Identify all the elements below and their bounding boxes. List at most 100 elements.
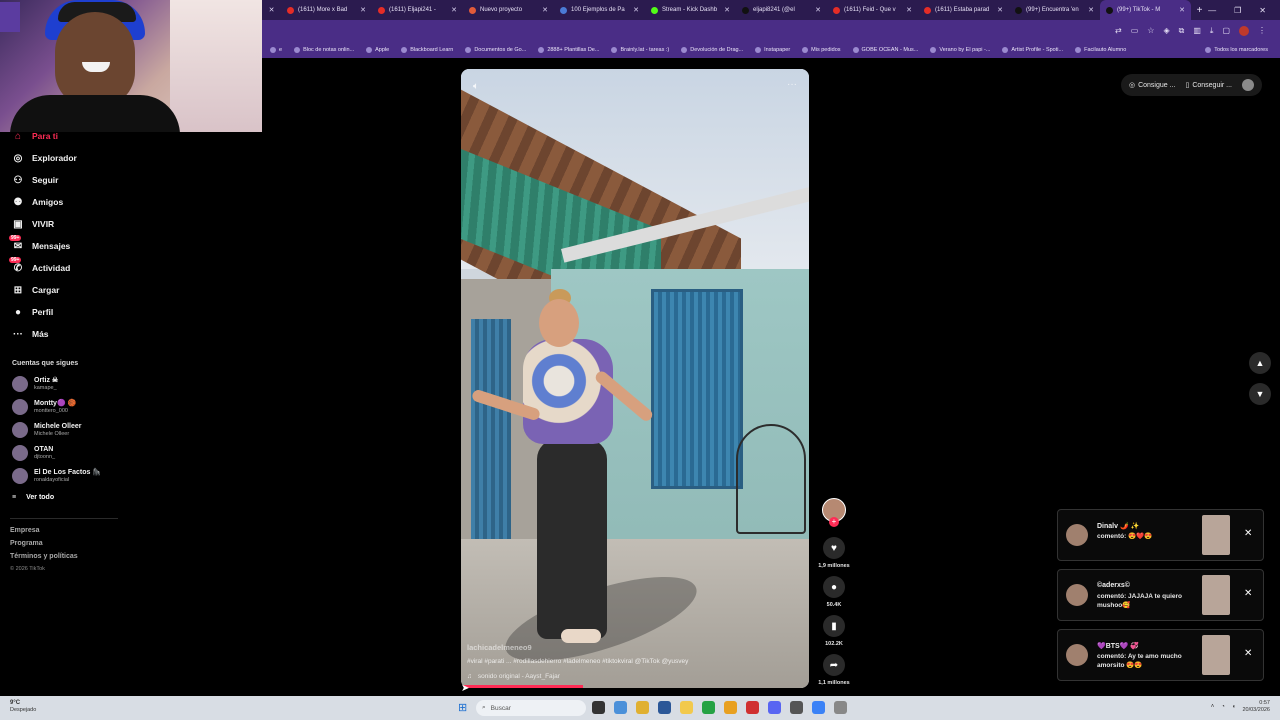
close-icon[interactable]: ✕ — [262, 6, 281, 14]
next-video-button[interactable]: ▼ — [1249, 383, 1271, 405]
followed-account[interactable]: El De Los Factos 🦍 ronaldayoficial — [12, 468, 101, 484]
save-button[interactable]: ▮ — [823, 615, 845, 637]
video-progress-bar[interactable] — [461, 685, 583, 688]
app-icon[interactable] — [812, 701, 825, 714]
translate-icon[interactable]: ⇄ — [1115, 26, 1122, 35]
tab-close-icon[interactable]: ✕ — [1088, 6, 1094, 14]
sidebar-item-más[interactable]: ··· Más — [12, 328, 49, 340]
followed-account[interactable]: Ortiz ☠ kamape_ — [12, 376, 58, 392]
browser-tab[interactable]: (99+) Encuentra 'en ✕ — [1009, 0, 1100, 20]
windows-start-icon[interactable]: ⊞ — [458, 701, 467, 714]
tab-close-icon[interactable]: ✕ — [451, 6, 457, 14]
bookmark-link[interactable]: Devolución de Drag... — [681, 46, 743, 53]
sidebar-item-vivir[interactable]: ▣ VIVIR — [12, 218, 54, 230]
comment-notification[interactable]: ©aderxs© comentó: JAJAJA te quiero mushoo… — [1057, 569, 1264, 621]
video-sound[interactable]: ♫ sonido original - Aayst_Fajar — [467, 673, 803, 680]
sidebar-item-perfil[interactable]: ● Perfil — [12, 306, 53, 318]
comment-notification[interactable]: 💜BTS💜 💞 comentó: Ay te amo mucho amorsito… — [1057, 629, 1264, 681]
browser-tab[interactable]: Nuevo proyecto ✕ — [463, 0, 554, 20]
tab-close-icon[interactable]: ✕ — [633, 6, 639, 14]
browser-tab[interactable]: (1611) Eljapi241 - ✕ — [372, 0, 463, 20]
volume-icon[interactable]: ◖ — [1232, 704, 1236, 710]
tab-search-icon[interactable]: ▢ — [1222, 26, 1230, 35]
star-icon[interactable]: ☆ — [1147, 26, 1154, 35]
new-tab-button[interactable]: + — [1191, 5, 1208, 16]
browser-tab[interactable]: (1611) More x Bad ✕ — [281, 0, 372, 20]
bookmark-link[interactable]: Blackboard Learn — [401, 46, 453, 53]
sidebar-icon[interactable]: ▥ — [1193, 26, 1201, 35]
browser-tab[interactable]: eljapi8241 (@el ✕ — [736, 0, 827, 20]
download-icon[interactable]: ⤓ — [1210, 26, 1214, 36]
copy-icon[interactable]: ⧉ — [1179, 26, 1185, 36]
bookmark-link[interactable]: Facilauto Alumno — [1075, 46, 1126, 53]
video-thumbnail[interactable] — [1202, 635, 1230, 675]
followed-account[interactable]: Michele Olleer Michele Olleer — [12, 422, 81, 438]
tab-close-icon[interactable]: ✕ — [906, 6, 912, 14]
extension-icon[interactable]: ◈ — [1163, 26, 1169, 35]
whatsapp-icon[interactable] — [702, 701, 715, 714]
app-icon[interactable] — [746, 701, 759, 714]
sidebar-item-amigos[interactable]: ⚉ Amigos — [12, 196, 64, 208]
see-all-link[interactable]: ≡ Ver todo — [12, 494, 54, 501]
store-icon[interactable] — [658, 701, 671, 714]
cast-icon[interactable]: ▭ — [1131, 26, 1139, 35]
video-thumbnail[interactable] — [1202, 575, 1230, 615]
sidebar-item-actividad[interactable]: ✆ 99+ Actividad — [9, 257, 70, 274]
profile-avatar[interactable] — [1239, 25, 1249, 36]
video-username[interactable]: lachicadelmeneo9 — [467, 643, 803, 652]
wifi-icon[interactable]: ◔ — [1221, 704, 1225, 710]
menu-icon[interactable]: ⋮ — [1258, 26, 1266, 35]
bookmark-link[interactable]: GOBE OCEAN - Mus... — [852, 46, 918, 53]
app-icon[interactable] — [790, 701, 803, 714]
like-button[interactable]: ♥ — [823, 537, 845, 559]
clock[interactable]: 0:57 20/03/2026 — [1242, 700, 1270, 714]
followed-account[interactable]: Montty🟣 🏀 monttero_000 — [12, 399, 76, 415]
video-player[interactable]: 🔈︎ ··· lachicadelmeneo9 #viral #parati .… — [461, 69, 809, 688]
share-button[interactable]: ➦ — [823, 654, 845, 676]
comment-notification[interactable]: Dinalv 🌶️ ✨ comentó: 😍❤️😍 ✕ — [1057, 509, 1264, 561]
copilot-icon[interactable] — [614, 701, 627, 714]
tab-close-icon[interactable]: ✕ — [997, 6, 1003, 14]
sidebar-item-mensajes[interactable]: ✉ 99+ Mensajes — [9, 235, 70, 252]
comment-button[interactable]: ● — [823, 576, 845, 598]
all-bookmarks-link[interactable]: Todos los marcadores — [1205, 46, 1268, 53]
more-options-icon[interactable]: ··· — [787, 79, 797, 90]
get-coins-button[interactable]: ◎ Consigue ... — [1129, 81, 1175, 90]
task-view-icon[interactable] — [592, 701, 605, 714]
user-avatar[interactable] — [1242, 79, 1254, 91]
tab-close-icon[interactable]: ✕ — [542, 6, 548, 14]
close-icon[interactable]: ✕ — [1244, 528, 1252, 539]
video-thumbnail[interactable] — [1202, 515, 1230, 555]
footer-link-program[interactable]: Programa — [10, 540, 43, 547]
chevron-up-icon[interactable]: ˄ — [1211, 704, 1215, 710]
minimize-button[interactable]: — — [1208, 6, 1216, 15]
bookmark-link[interactable]: Artist Profile - Spoti... — [1002, 46, 1063, 53]
tab-close-icon[interactable]: ✕ — [1179, 6, 1185, 14]
sidebar-item-seguir[interactable]: ⚇ Seguir — [12, 174, 59, 186]
bookmark-link[interactable]: Apple — [366, 46, 389, 53]
browser-tab[interactable]: (1611) Estaba parad ✕ — [918, 0, 1009, 20]
bookmark-link[interactable]: 2888+ Plantillas De... — [538, 46, 599, 53]
bookmark-link[interactable]: Verano by El papi -... — [930, 46, 990, 53]
browser-tab[interactable]: (1611) Feid - Que v ✕ — [827, 0, 918, 20]
folder-icon[interactable] — [724, 701, 737, 714]
discord-icon[interactable] — [768, 701, 781, 714]
follow-plus-icon[interactable]: + — [829, 517, 839, 527]
chrome-icon[interactable] — [636, 701, 649, 714]
close-icon[interactable]: ✕ — [1244, 588, 1252, 599]
footer-link-company[interactable]: Empresa — [10, 527, 40, 534]
bookmark-link[interactable]: Brainly.lat - tareas :) — [611, 46, 669, 53]
sidebar-item-cargar[interactable]: ⊞ Cargar — [12, 284, 60, 296]
footer-link-terms[interactable]: Términos y políticas — [10, 553, 78, 560]
sidebar-item-para-ti[interactable]: ⌂ Para ti — [12, 130, 58, 142]
tab-close-icon[interactable]: ✕ — [360, 6, 366, 14]
close-window-button[interactable]: ✕ — [1259, 6, 1266, 15]
bookmark-link[interactable]: Instapaper — [755, 46, 790, 53]
taskbar-search[interactable]: ⌕ Buscar — [476, 700, 586, 716]
browser-tab[interactable]: (99+) TikTok - M ✕ — [1100, 0, 1192, 20]
maximize-button[interactable]: ❐ — [1234, 6, 1241, 15]
file-explorer-icon[interactable] — [680, 701, 693, 714]
browser-tab[interactable]: 100 Ejemplos de Pa ✕ — [554, 0, 645, 20]
tab-close-icon[interactable]: ✕ — [724, 6, 730, 14]
volume-icon[interactable]: 🔈︎ — [473, 81, 479, 92]
